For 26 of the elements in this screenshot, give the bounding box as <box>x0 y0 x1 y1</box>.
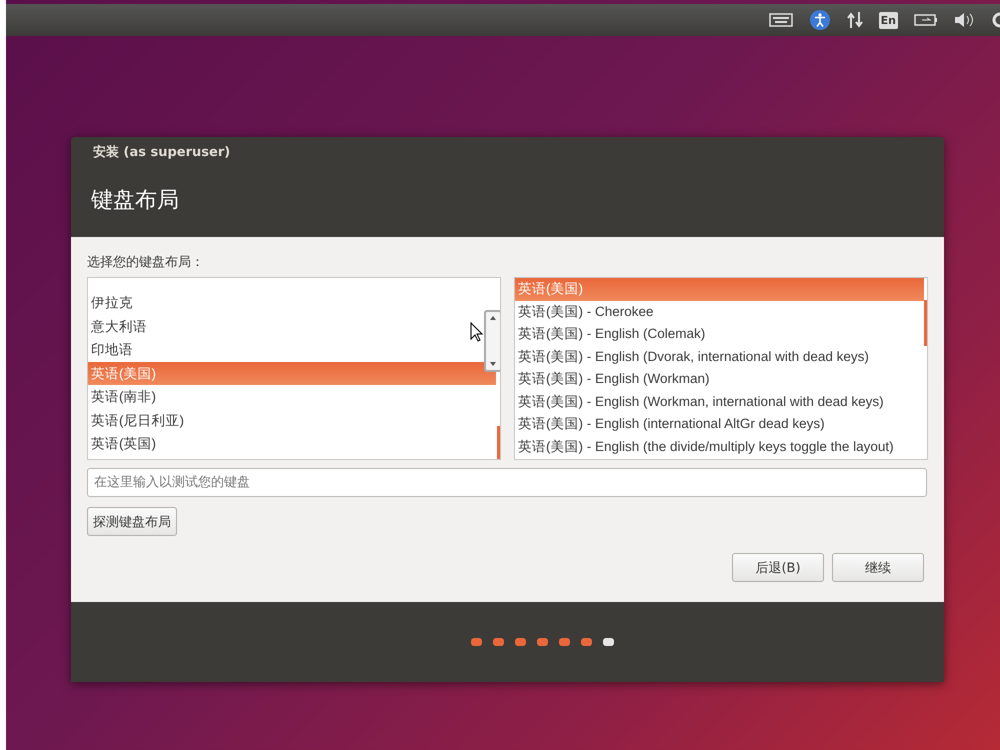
mouse-cursor-icon <box>470 322 484 342</box>
network-arrows-icon[interactable] <box>846 11 863 29</box>
dialog-button[interactable]: 后退(B) <box>732 553 824 582</box>
list-item[interactable]: 英语(美国) - English (Workman, international with dead keys) <box>515 390 924 413</box>
scroll-arrows-icon[interactable] <box>484 310 500 372</box>
battery-icon[interactable] <box>914 13 938 27</box>
window-title: 安装 (as superuser) <box>92 144 232 162</box>
list-item[interactable]: 英语(美国) - Cherokee <box>515 300 924 323</box>
detect-layout-button[interactable]: 探测键盘布局 <box>87 507 177 536</box>
list-item[interactable]: 英语(英国) <box>88 432 496 456</box>
list-item[interactable]: 英语(美国) - English (the divide/multiply keys toggle the layout) <box>515 436 924 458</box>
list-item[interactable]: 英语(南非) <box>88 385 496 408</box>
page-heading: 键盘布局 <box>91 187 180 215</box>
keyboard-layout-indicator[interactable]: En <box>878 12 898 28</box>
list-item[interactable]: 英语(美国) - English (Workman) <box>515 368 924 390</box>
keyboard-icon[interactable] <box>768 13 793 27</box>
test-input-field[interactable]: 在这里输入以测试您的键盘 <box>87 468 927 497</box>
list-label: 选择您的键盘布局： <box>87 254 205 271</box>
list-item[interactable]: 英语(美国) - English (Colemak) <box>515 323 924 346</box>
list-item[interactable]: 英语(尼日利亚) <box>88 408 496 432</box>
dialog-button[interactable]: 继续 <box>832 553 924 582</box>
list-item[interactable]: 英语(美国) - English (international AltGr dead keys) <box>515 413 924 436</box>
volume-icon[interactable] <box>954 12 974 28</box>
accessibility-icon[interactable] <box>808 9 831 31</box>
list-item[interactable]: 伊拉克 <box>88 291 496 314</box>
list-item[interactable]: 英语(美国) - English (Dvorak, international with dead keys) <box>515 346 924 368</box>
